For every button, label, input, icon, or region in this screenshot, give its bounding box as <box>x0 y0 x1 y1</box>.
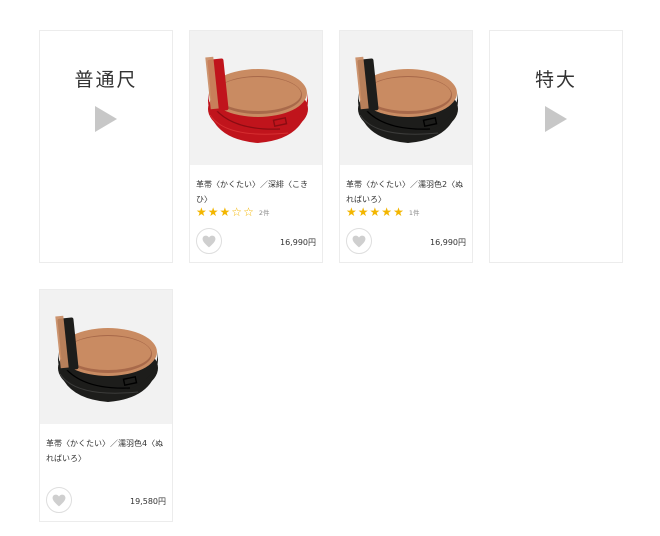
review-count: 2件 <box>258 209 270 217</box>
product-image[interactable] <box>340 31 472 165</box>
rating-stars: ★ ★ ★ ★ ★ 1件 <box>346 206 419 218</box>
nav-large-size-card[interactable]: 特大 <box>489 30 623 263</box>
product-image[interactable] <box>190 31 322 165</box>
product-price: 16,990円 <box>280 238 316 247</box>
product-card[interactable]: 革帯〈かくたい〉／濡羽色4〈ぬればいろ〉 19,580円 <box>39 289 173 522</box>
nav-large-size-title: 特大 <box>534 69 577 91</box>
star-icon: ★ <box>346 205 357 219</box>
star-icon: ★ <box>219 205 231 219</box>
product-price: 19,580円 <box>130 497 166 506</box>
star-icon: ★ <box>357 205 369 219</box>
star-icon: ★ <box>381 205 393 219</box>
favorite-button[interactable] <box>196 228 222 254</box>
bracelet-image <box>205 56 308 143</box>
heart-icon <box>352 235 366 247</box>
heart-icon <box>202 235 216 247</box>
favorite-button[interactable] <box>46 487 72 513</box>
star-icon: ☆ <box>231 205 243 219</box>
star-icon: ★ <box>196 205 207 219</box>
product-name[interactable]: 革帯〈かくたい〉／濡羽色4〈ぬればいろ〉 <box>46 436 168 466</box>
star-icon: ☆ <box>243 205 254 219</box>
heart-icon <box>52 494 66 506</box>
product-card[interactable]: 革帯〈かくたい〉／深緋〈こきひ〉 ★ ★ ★ ☆ ☆ 2件 16,990円 <box>189 30 323 263</box>
star-icon: ★ <box>393 205 404 219</box>
product-image[interactable] <box>40 290 172 424</box>
product-card[interactable]: 革帯〈かくたい〉／濡羽色2〈ぬればいろ〉 ★ ★ ★ ★ ★ 1件 16,990円 <box>339 30 473 263</box>
bracelet-image <box>55 315 158 402</box>
product-price: 16,990円 <box>430 238 466 247</box>
review-count: 1件 <box>408 209 420 217</box>
star-icon: ★ <box>369 205 381 219</box>
favorite-button[interactable] <box>346 228 372 254</box>
bracelet-image <box>355 56 458 143</box>
product-name[interactable]: 革帯〈かくたい〉／濡羽色2〈ぬればいろ〉 <box>346 177 468 207</box>
play-arrow-icon <box>545 106 567 132</box>
star-icon: ★ <box>207 205 219 219</box>
play-arrow-icon <box>95 106 117 132</box>
product-name[interactable]: 革帯〈かくたい〉／深緋〈こきひ〉 <box>196 177 318 207</box>
nav-standard-size-card[interactable]: 普通尺 <box>39 30 173 263</box>
rating-stars: ★ ★ ★ ☆ ☆ 2件 <box>196 206 269 218</box>
nav-standard-size-title: 普通尺 <box>74 69 138 91</box>
